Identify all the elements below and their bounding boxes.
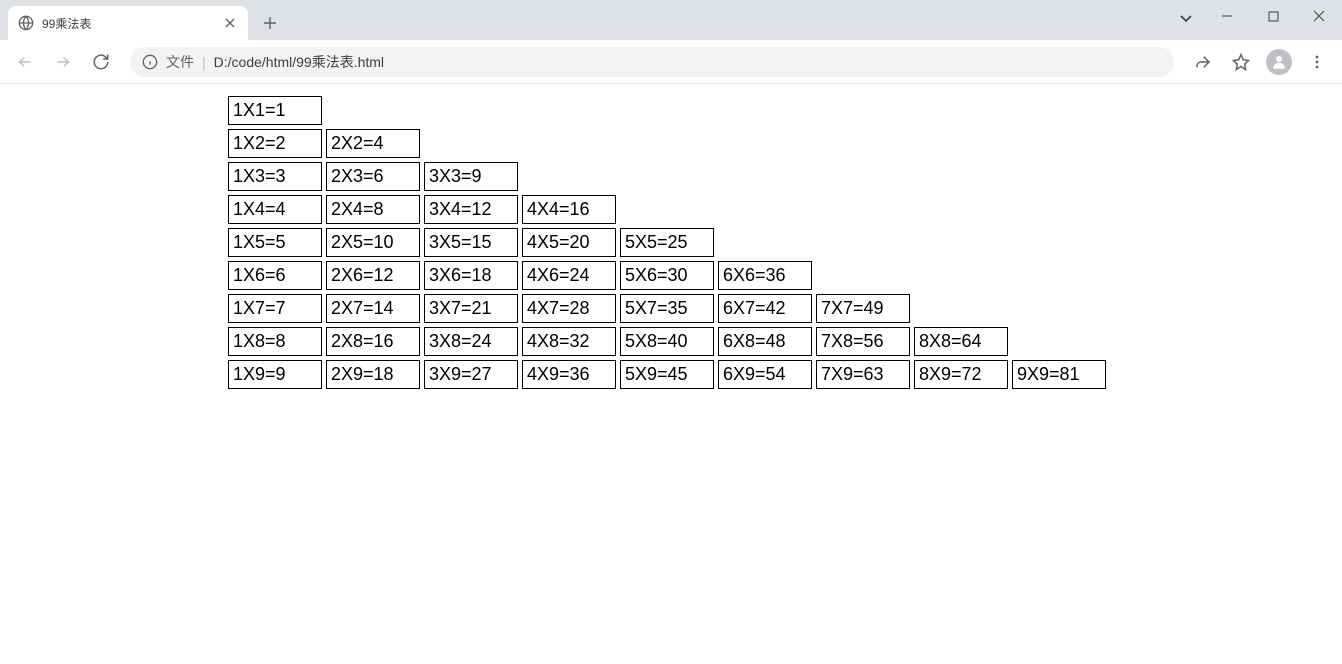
table-cell: 5X8=40 xyxy=(620,327,714,356)
table-cell: 3X7=21 xyxy=(424,294,518,323)
table-cell: 7X8=56 xyxy=(816,327,910,356)
table-row: 1X5=52X5=103X5=154X5=205X5=25 xyxy=(228,228,1342,257)
table-cell: 5X7=35 xyxy=(620,294,714,323)
table-cell: 1X9=9 xyxy=(228,360,322,389)
menu-icon[interactable] xyxy=(1300,45,1334,79)
table-row: 1X8=82X8=163X8=244X8=325X8=406X8=487X8=5… xyxy=(228,327,1342,356)
table-row: 1X3=32X3=63X3=9 xyxy=(228,162,1342,191)
address-prefix: 文件 xyxy=(166,52,194,72)
maximize-button[interactable] xyxy=(1250,0,1296,32)
table-row: 1X4=42X4=83X4=124X4=16 xyxy=(228,195,1342,224)
address-bar[interactable]: 文件 | D:/code/html/99乘法表.html xyxy=(130,47,1174,77)
table-row: 1X1=1 xyxy=(228,96,1342,125)
reload-button[interactable] xyxy=(84,45,118,79)
table-cell: 4X9=36 xyxy=(522,360,616,389)
back-button[interactable] xyxy=(8,45,42,79)
browser-chrome: 99乘法表 xyxy=(0,0,1342,84)
table-cell: 1X2=2 xyxy=(228,129,322,158)
table-cell: 3X9=27 xyxy=(424,360,518,389)
table-row: 1X9=92X9=183X9=274X9=365X9=456X9=547X9=6… xyxy=(228,360,1342,389)
toolbar-right xyxy=(1186,45,1334,79)
table-cell: 3X5=15 xyxy=(424,228,518,257)
table-cell: 2X4=8 xyxy=(326,195,420,224)
table-cell: 1X8=8 xyxy=(228,327,322,356)
table-cell: 2X2=4 xyxy=(326,129,420,158)
table-cell: 2X6=12 xyxy=(326,261,420,290)
multiplication-table: 1X1=11X2=22X2=41X3=32X3=63X3=91X4=42X4=8… xyxy=(228,96,1342,389)
table-cell: 4X5=20 xyxy=(522,228,616,257)
table-cell: 4X4=16 xyxy=(522,195,616,224)
table-cell: 4X6=24 xyxy=(522,261,616,290)
table-cell: 4X8=32 xyxy=(522,327,616,356)
table-cell: 9X9=81 xyxy=(1012,360,1106,389)
table-cell: 6X7=42 xyxy=(718,294,812,323)
table-cell: 1X4=4 xyxy=(228,195,322,224)
table-cell: 1X1=1 xyxy=(228,96,322,125)
table-cell: 4X7=28 xyxy=(522,294,616,323)
table-cell: 2X9=18 xyxy=(326,360,420,389)
close-window-button[interactable] xyxy=(1296,0,1342,32)
table-cell: 1X7=7 xyxy=(228,294,322,323)
table-row: 1X6=62X6=123X6=184X6=245X6=306X6=36 xyxy=(228,261,1342,290)
table-cell: 5X9=45 xyxy=(620,360,714,389)
toolbar: 文件 | D:/code/html/99乘法表.html xyxy=(0,40,1342,84)
address-separator: | xyxy=(202,54,206,70)
forward-button[interactable] xyxy=(46,45,80,79)
tabs-dropdown-icon[interactable] xyxy=(1170,6,1202,30)
table-cell: 7X7=49 xyxy=(816,294,910,323)
tab-strip: 99乘法表 xyxy=(0,0,1342,40)
close-icon[interactable] xyxy=(222,15,238,31)
bookmark-star-icon[interactable] xyxy=(1224,45,1258,79)
table-row: 1X7=72X7=143X7=214X7=285X7=356X7=427X7=4… xyxy=(228,294,1342,323)
table-cell: 2X7=14 xyxy=(326,294,420,323)
table-cell: 1X6=6 xyxy=(228,261,322,290)
table-cell: 8X8=64 xyxy=(914,327,1008,356)
table-cell: 3X8=24 xyxy=(424,327,518,356)
table-cell: 3X4=12 xyxy=(424,195,518,224)
table-cell: 6X6=36 xyxy=(718,261,812,290)
table-cell: 3X6=18 xyxy=(424,261,518,290)
window-controls xyxy=(1204,0,1342,32)
table-cell: 6X9=54 xyxy=(718,360,812,389)
table-cell: 2X8=16 xyxy=(326,327,420,356)
table-cell: 5X5=25 xyxy=(620,228,714,257)
profile-avatar[interactable] xyxy=(1266,49,1292,75)
table-cell: 1X3=3 xyxy=(228,162,322,191)
page-content: 1X1=11X2=22X2=41X3=32X3=63X3=91X4=42X4=8… xyxy=(0,84,1342,389)
table-cell: 3X3=9 xyxy=(424,162,518,191)
address-path: D:/code/html/99乘法表.html xyxy=(214,52,384,72)
browser-tab[interactable]: 99乘法表 xyxy=(8,6,248,40)
table-cell: 8X9=72 xyxy=(914,360,1008,389)
minimize-button[interactable] xyxy=(1204,0,1250,32)
table-cell: 7X9=63 xyxy=(816,360,910,389)
table-row: 1X2=22X2=4 xyxy=(228,129,1342,158)
share-icon[interactable] xyxy=(1186,45,1220,79)
table-cell: 5X6=30 xyxy=(620,261,714,290)
new-tab-button[interactable] xyxy=(256,9,284,37)
info-icon[interactable] xyxy=(142,54,158,70)
globe-icon xyxy=(18,15,34,31)
table-cell: 2X5=10 xyxy=(326,228,420,257)
table-cell: 2X3=6 xyxy=(326,162,420,191)
table-cell: 6X8=48 xyxy=(718,327,812,356)
table-cell: 1X5=5 xyxy=(228,228,322,257)
tab-title: 99乘法表 xyxy=(42,15,214,32)
